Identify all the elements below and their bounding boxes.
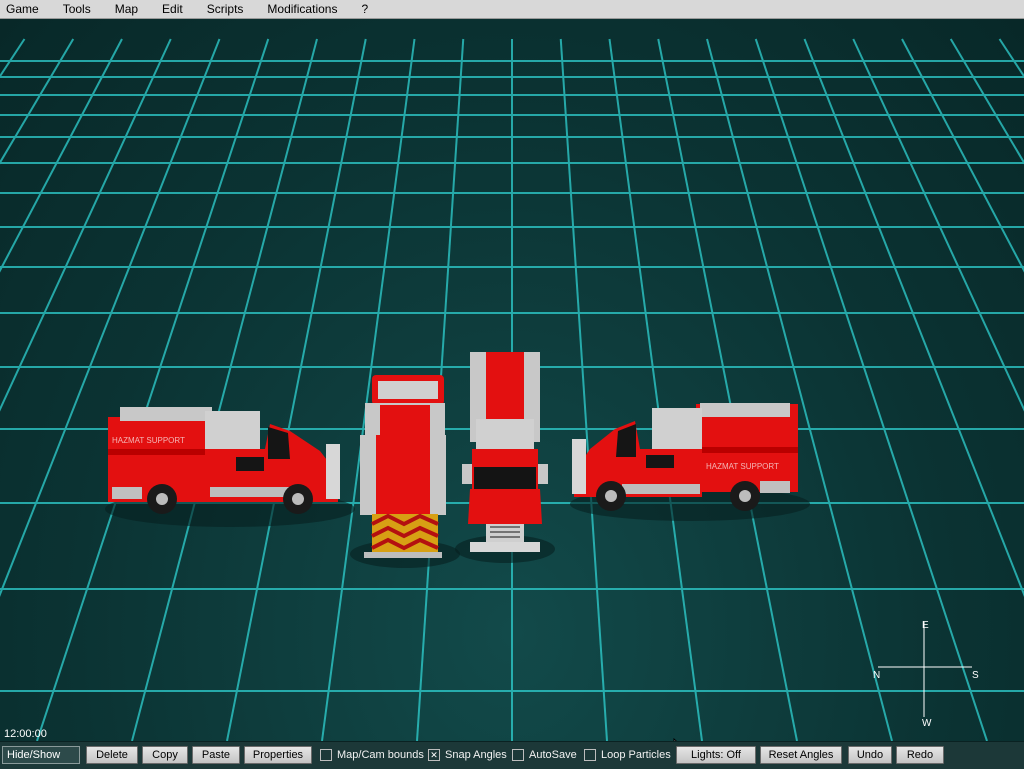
menu-map[interactable]: Map [109, 2, 144, 16]
map-cam-bounds-box[interactable] [320, 749, 332, 761]
reset-angles-button[interactable]: Reset Angles [760, 746, 842, 764]
compass-east: E [922, 620, 929, 631]
menu-bar: Game Tools Map Edit Scripts Modification… [0, 0, 1024, 19]
snap-angles-label: Snap Angles [445, 749, 507, 761]
menu-edit[interactable]: Edit [156, 2, 189, 16]
copy-button[interactable]: Copy [142, 746, 188, 764]
fire-truck-side-right[interactable]: HAZMAT SUPPORT [570, 403, 810, 521]
fire-truck-rear[interactable] [350, 375, 460, 568]
map-cam-bounds-label: Map/Cam bounds [337, 749, 424, 761]
fire-truck-side-left[interactable]: HAZMAT SUPPORT [105, 407, 355, 527]
loop-particles-label: Loop Particles [601, 749, 671, 761]
truck-left-label: HAZMAT SUPPORT [112, 436, 185, 445]
snap-angles-box[interactable]: ✕ [428, 749, 440, 761]
autosave-box[interactable] [512, 749, 524, 761]
delete-button[interactable]: Delete [86, 746, 138, 764]
game-clock: 12:00:00 [4, 728, 47, 740]
compass-rose: N S E W [873, 620, 979, 729]
menu-modifications[interactable]: Modifications [261, 2, 343, 16]
menu-help[interactable]: ? [355, 2, 374, 16]
menu-tools[interactable]: Tools [57, 2, 97, 16]
compass-south: S [972, 670, 979, 681]
autosave-checkbox[interactable]: AutoSave [512, 747, 577, 763]
editor-toolbar: Hide/Show Delete Copy Paste Properties M… [0, 741, 1024, 769]
redo-button[interactable]: Redo [896, 746, 944, 764]
hide-show-button[interactable]: Hide/Show [2, 746, 80, 764]
menu-game[interactable]: Game [0, 2, 45, 16]
fire-truck-front[interactable] [455, 352, 555, 563]
menu-scripts[interactable]: Scripts [201, 2, 250, 16]
loop-particles-box[interactable] [584, 749, 596, 761]
autosave-label: AutoSave [529, 749, 577, 761]
snap-angles-checkbox[interactable]: ✕ Snap Angles [428, 747, 507, 763]
compass-north: N [873, 670, 880, 681]
loop-particles-checkbox[interactable]: Loop Particles [584, 747, 671, 763]
truck-right-label: HAZMAT SUPPORT [706, 462, 779, 471]
lights-toggle-button[interactable]: Lights: Off [676, 746, 756, 764]
compass-west: W [922, 718, 932, 729]
scene-canvas[interactable]: HAZMAT SUPPORT HAZMAT SUPPORT N S E W [0, 19, 1024, 741]
paste-button[interactable]: Paste [192, 746, 240, 764]
editor-viewport[interactable]: HAZMAT SUPPORT HAZMAT SUPPORT N S E W [0, 19, 1024, 741]
map-cam-bounds-checkbox[interactable]: Map/Cam bounds [320, 747, 424, 763]
properties-button[interactable]: Properties [244, 746, 312, 764]
undo-button[interactable]: Undo [848, 746, 892, 764]
